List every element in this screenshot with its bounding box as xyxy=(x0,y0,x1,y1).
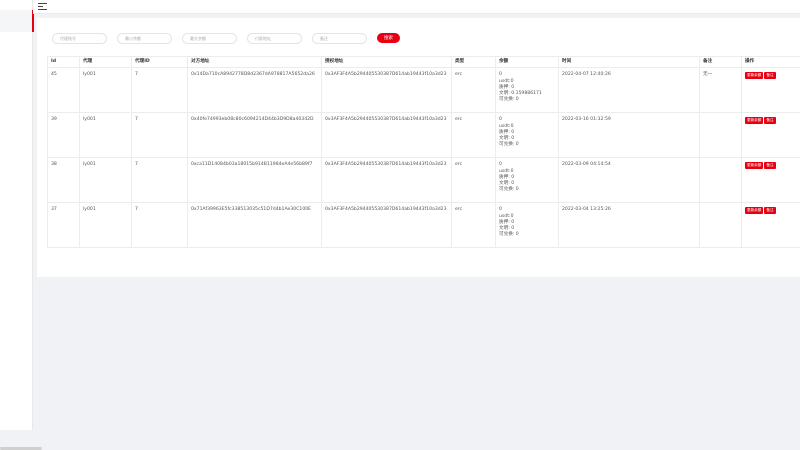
cell-time: 2022-04-07 12:40:26 xyxy=(558,67,700,114)
balance-exchangeable: 可兑换: 0 xyxy=(499,232,519,238)
balance-exchangeable: 可兑换: 0 xyxy=(499,142,519,148)
cell-actions: 更新余额 备注 xyxy=(741,67,800,114)
cell-peer-address: 0x14Da710cA8942778D8d2367dA978817A5652da… xyxy=(187,67,322,114)
cell-balance: 0 usdt:0 质押: 0 文明: 0 可兑换: 0 xyxy=(495,202,559,249)
pay-address-input[interactable] xyxy=(247,32,302,44)
column-header-remark[interactable]: 备注 xyxy=(699,55,742,69)
cell-auth-address: 0x3AF3F4A5b294405530387D614ab19443f10a3d… xyxy=(321,202,452,249)
column-header-type[interactable]: 类型 xyxy=(451,55,496,69)
remark-button[interactable]: 备注 xyxy=(764,207,776,215)
cell-time: 2022-03-16 01:32:59 xyxy=(558,112,700,159)
cell-remark: 无一 xyxy=(699,67,742,114)
update-balance-button[interactable]: 更新余额 xyxy=(745,72,764,80)
cell-id: 37 xyxy=(47,202,80,249)
cell-actions: 更新余额 备注 xyxy=(741,157,800,204)
cell-balance: 0 usdt:0 质押: 0 文明: 0.159886171 可兑换: 0 xyxy=(495,67,559,114)
cell-agent-id: 7 xyxy=(131,157,188,204)
table-row: 45 ly001 7 0x14Da710cA8942778D8d2367dA97… xyxy=(47,67,800,114)
table-header-row: Id 代理 代理ID 对方地址 授权地址 类型 余额 时间 备注 操作 xyxy=(47,55,800,69)
cell-balance: 0 usdt:0 质押: 0 文明: 0 可兑换: 0 xyxy=(495,157,559,204)
data-table-wrap: Id 代理 代理ID 对方地址 授权地址 类型 余额 时间 备注 操作 45 l… xyxy=(47,55,800,249)
column-header-id[interactable]: Id xyxy=(47,55,80,69)
column-header-actions[interactable]: 操作 xyxy=(741,55,800,69)
table-row: 37 ly001 7 0x71Af39963E5fc338513035c51D7… xyxy=(47,202,800,249)
search-button[interactable]: 搜索 xyxy=(377,33,400,43)
balance-exchangeable: 可兑换: 0 xyxy=(499,187,519,193)
min-amount-input[interactable] xyxy=(117,32,172,44)
remark-input[interactable] xyxy=(312,32,367,44)
cell-peer-address: 0x40fe74993eb08c80c6094214D44b3D9D8a4034… xyxy=(187,112,322,159)
remark-button[interactable]: 备注 xyxy=(764,117,776,125)
main-panel: 搜索 Id 代理 代理ID 对方地址 授权地址 类型 余额 时间 备注 操作 xyxy=(37,18,800,277)
cell-agent: ly001 xyxy=(79,157,132,204)
cell-id: 38 xyxy=(47,157,80,204)
cell-actions: 更新余额 备注 xyxy=(741,112,800,159)
column-header-auth-address[interactable]: 授权地址 xyxy=(321,55,452,69)
filter-bar: 搜索 xyxy=(52,32,400,44)
cell-remark xyxy=(699,112,742,159)
column-header-agent-id[interactable]: 代理ID xyxy=(131,55,188,69)
cell-remark xyxy=(699,202,742,249)
cell-remark xyxy=(699,157,742,204)
cell-id: 45 xyxy=(47,67,80,114)
update-balance-button[interactable]: 更新余额 xyxy=(745,117,764,125)
cell-agent-id: 7 xyxy=(131,67,188,114)
cell-agent-id: 7 xyxy=(131,202,188,249)
cell-type: erc xyxy=(451,157,496,204)
cell-type: erc xyxy=(451,112,496,159)
column-header-balance[interactable]: 余额 xyxy=(495,55,559,69)
cell-auth-address: 0x3AF3F4A5b294405530387D614ab19443f10a3d… xyxy=(321,112,452,159)
agent-account-input[interactable] xyxy=(52,32,107,44)
cell-time: 2022-03-04 13:25:26 xyxy=(558,202,700,249)
cell-actions: 更新余额 备注 xyxy=(741,202,800,249)
cell-time: 2022-03-09 04:14:54 xyxy=(558,157,700,204)
table-row: 39 ly001 7 0x40fe74993eb08c80c6094214D44… xyxy=(47,112,800,159)
cell-type: erc xyxy=(451,202,496,249)
cell-agent-id: 7 xyxy=(131,112,188,159)
table-row: 38 ly001 7 0xca11D14084b03a18015b914B119… xyxy=(47,157,800,204)
column-header-time[interactable]: 时间 xyxy=(558,55,700,69)
column-header-agent[interactable]: 代理 xyxy=(79,55,132,69)
cell-balance: 0 usdt:0 质押: 0 文明: 0 可兑换: 0 xyxy=(495,112,559,159)
cell-type: erc xyxy=(451,67,496,114)
cell-peer-address: 0x71Af39963E5fc338513035c51D7d4b1Ae30C10… xyxy=(187,202,322,249)
sidebar xyxy=(0,0,34,450)
cell-agent: ly001 xyxy=(79,202,132,249)
cell-auth-address: 0x3AF3F4A5b294405530387D614ab19443f10a3d… xyxy=(321,67,452,114)
cell-agent: ly001 xyxy=(79,67,132,114)
data-table: Id 代理 代理ID 对方地址 授权地址 类型 余额 时间 备注 操作 45 l… xyxy=(47,55,800,249)
remark-button[interactable]: 备注 xyxy=(764,72,776,80)
sidebar-item-active[interactable] xyxy=(0,10,34,32)
cell-agent: ly001 xyxy=(79,112,132,159)
balance-exchangeable: 可兑换: 0 xyxy=(499,97,519,103)
top-bar xyxy=(33,0,800,14)
column-header-peer-address[interactable]: 对方地址 xyxy=(187,55,322,69)
hamburger-menu-icon[interactable] xyxy=(38,3,47,11)
cell-peer-address: 0xca11D14084b03a18015b914B11984eA4e56b89… xyxy=(187,157,322,204)
cell-auth-address: 0x3AF3F4A5b294405530387D614ab19443f10a3d… xyxy=(321,157,452,204)
update-balance-button[interactable]: 更新余额 xyxy=(745,207,764,215)
remark-button[interactable]: 备注 xyxy=(764,162,776,170)
cell-id: 39 xyxy=(47,112,80,159)
max-amount-input[interactable] xyxy=(182,32,237,44)
update-balance-button[interactable]: 更新余额 xyxy=(745,162,764,170)
